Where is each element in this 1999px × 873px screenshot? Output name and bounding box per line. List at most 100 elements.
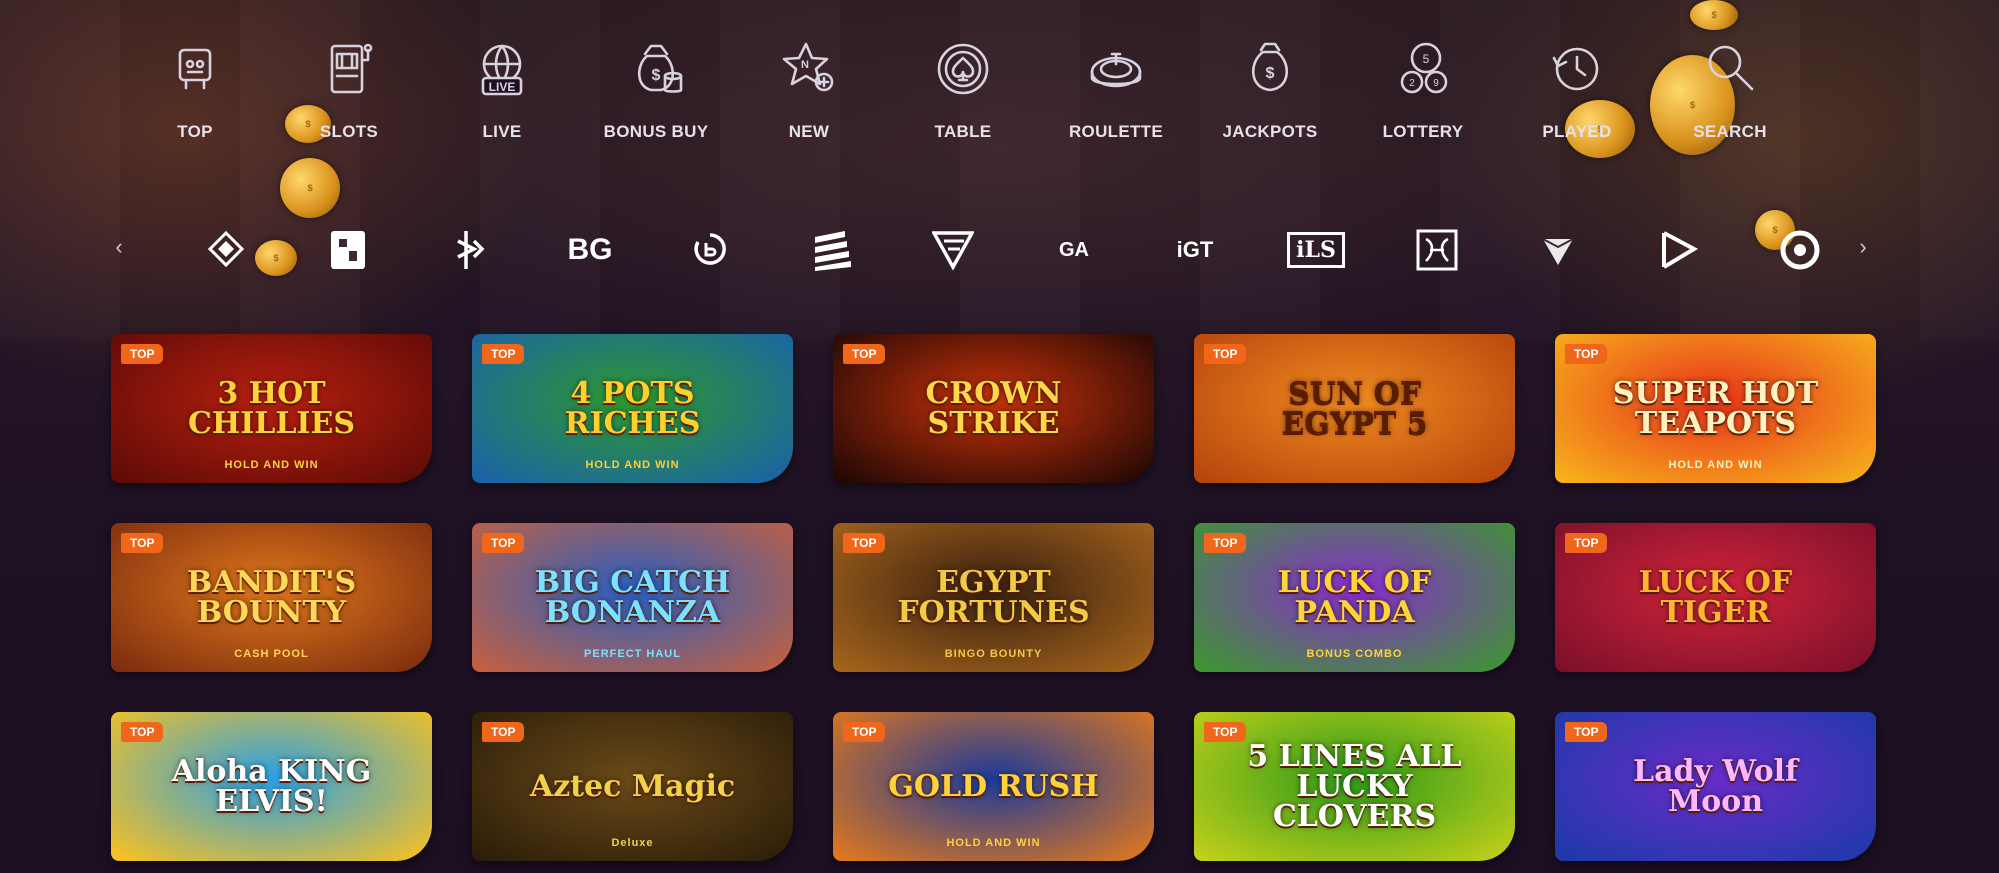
top-badge: TOP <box>843 533 886 553</box>
category-label: JACKPOTS <box>1222 122 1318 141</box>
diamond-provider-logo[interactable] <box>192 222 262 278</box>
top-badge: TOP <box>1565 344 1608 364</box>
top-badge: TOP <box>482 533 525 553</box>
b-circle-provider-logo[interactable] <box>676 222 746 278</box>
svg-text:N: N <box>801 59 809 71</box>
lottery-balls-icon: 5 2 9 <box>1400 42 1448 94</box>
bg-provider-logo[interactable]: BG <box>555 222 625 278</box>
b-provider-logo[interactable] <box>434 222 504 278</box>
game-card[interactable]: TOP 4 POTS RICHES HOLD AND WIN <box>472 334 793 483</box>
category-roulette[interactable]: ROULETTE <box>1051 38 1181 142</box>
svg-text:9: 9 <box>1433 78 1439 89</box>
coin-decoration <box>1690 0 1738 30</box>
live-globe-icon: LIVE <box>481 44 523 96</box>
category-slots[interactable]: SLOTS <box>284 38 414 142</box>
svg-text:$: $ <box>652 67 661 84</box>
square-provider-logo-mark <box>331 231 365 269</box>
game-card[interactable]: TOP LUCK OF PANDA BONUS COMBO <box>1194 523 1515 672</box>
category-label: LIVE <box>482 122 522 141</box>
spade-chip-icon <box>937 43 989 95</box>
category-label: NEW <box>788 122 830 141</box>
game-card[interactable]: TOP BIG CATCH BONANZA PERFECT HAUL <box>472 523 793 672</box>
game-card[interactable]: TOP 3 HOT CHILLIES HOLD AND WIN <box>111 334 432 483</box>
igt-provider-logo[interactable]: iGT <box>1160 222 1230 278</box>
game-subtitle: CASH POOL <box>234 648 309 660</box>
svg-text:$: $ <box>1266 65 1275 82</box>
category-jackpots[interactable]: $ JACKPOTS <box>1205 38 1335 142</box>
top-badge: TOP <box>1204 722 1247 742</box>
game-subtitle: BONUS COMBO <box>1306 648 1403 660</box>
triangle-provider-logo[interactable] <box>918 222 988 278</box>
game-card[interactable]: TOP Aloha KING ELVIS! <box>111 712 432 861</box>
top-badge: TOP <box>121 722 164 742</box>
game-card[interactable]: TOP LUCK OF TIGER <box>1555 523 1876 672</box>
top-badge: TOP <box>1204 533 1247 553</box>
category-new[interactable]: N NEW <box>744 38 874 142</box>
carousel-prev-arrow[interactable]: ‹ <box>106 232 132 262</box>
provider-text: iLS <box>1287 232 1345 268</box>
game-card[interactable]: TOP SUPER HOT TEAPOTS HOLD AND WIN <box>1555 334 1876 483</box>
roulette-wheel-icon <box>1090 52 1142 88</box>
ring-provider-logo[interactable] <box>1765 222 1835 278</box>
b-provider-logo-mark <box>457 231 485 269</box>
ring-provider-logo-mark <box>1780 230 1820 270</box>
game-subtitle: PERFECT HAUL <box>584 648 681 660</box>
carousel-next-arrow[interactable]: › <box>1850 232 1876 262</box>
top-badge: TOP <box>482 344 525 364</box>
played-history-icon <box>1552 47 1599 91</box>
category-played[interactable]: PLAYED <box>1512 38 1642 142</box>
ornament-provider-logo-mark <box>1416 229 1458 271</box>
ls-provider-logo[interactable]: iLS <box>1281 222 1351 278</box>
top-badge: TOP <box>482 722 525 742</box>
provider-text: iGT <box>1176 237 1214 262</box>
robot-top-icon <box>178 48 212 90</box>
svg-text:2: 2 <box>1409 78 1415 89</box>
game-subtitle: HOLD AND WIN <box>224 459 319 471</box>
svg-text:LIVE: LIVE <box>489 80 516 94</box>
category-top[interactable]: TOP <box>130 38 260 142</box>
category-label: PLAYED <box>1542 122 1612 141</box>
gem-provider-logo[interactable] <box>1523 222 1593 278</box>
stripes-provider-logo[interactable] <box>797 222 867 278</box>
game-card[interactable]: TOP Lady Wolf Moon <box>1555 712 1876 861</box>
provider-text: GA <box>1059 238 1089 261</box>
game-card[interactable]: TOP GOLD RUSH HOLD AND WIN <box>833 712 1154 861</box>
category-table[interactable]: TABLE <box>898 38 1028 142</box>
category-label: TABLE <box>934 122 992 141</box>
stripes-provider-logo-mark <box>815 231 851 271</box>
category-label: LOTTERY <box>1382 122 1464 141</box>
game-subtitle: HOLD AND WIN <box>1668 459 1763 471</box>
top-badge: TOP <box>121 533 164 553</box>
ga-provider-logo[interactable]: GA <box>1039 222 1109 278</box>
provider-text: BG <box>567 233 613 266</box>
top-badge: TOP <box>1204 344 1247 364</box>
game-card[interactable]: TOP Aztec Magic Deluxe <box>472 712 793 861</box>
category-label: SEARCH <box>1693 122 1767 141</box>
category-live[interactable]: LIVE LIVE <box>437 38 567 142</box>
svg-text:5: 5 <box>1423 52 1430 66</box>
search-icon <box>1708 45 1754 91</box>
top-badge: TOP <box>121 344 164 364</box>
game-subtitle: Deluxe <box>611 837 654 849</box>
game-card[interactable]: TOP 5 LINES ALL LUCKY CLOVERS <box>1194 712 1515 861</box>
ornament-provider-logo[interactable] <box>1402 222 1472 278</box>
category-label: BONUS BUY <box>603 122 709 141</box>
game-card[interactable]: TOP EGYPT FORTUNES BINGO BOUNTY <box>833 523 1154 672</box>
jackpot-bag-icon: $ <box>1251 42 1289 92</box>
category-bonus-buy[interactable]: $ BONUS BUY <box>591 38 721 142</box>
money-bag-coins-icon: $ <box>637 44 683 93</box>
category-label: ROULETTE <box>1068 122 1163 141</box>
game-card[interactable]: TOP CROWN STRIKE <box>833 334 1154 483</box>
play-provider-logo[interactable] <box>1644 222 1714 278</box>
category-label: TOP <box>177 122 213 141</box>
play-provider-logo-mark <box>1662 231 1699 269</box>
game-subtitle: BINGO BOUNTY <box>944 648 1043 660</box>
game-card[interactable]: TOP SUN OF EGYPT 5 <box>1194 334 1515 483</box>
category-label: SLOTS <box>319 122 379 141</box>
category-search[interactable]: SEARCH <box>1665 38 1795 142</box>
game-card[interactable]: TOP BANDIT'S BOUNTY CASH POOL <box>111 523 432 672</box>
category-lottery[interactable]: 5 2 9 LOTTERY <box>1358 38 1488 142</box>
square-provider-logo[interactable] <box>313 222 383 278</box>
slot-machine-icon <box>330 43 373 94</box>
game-subtitle: HOLD AND WIN <box>585 459 680 471</box>
